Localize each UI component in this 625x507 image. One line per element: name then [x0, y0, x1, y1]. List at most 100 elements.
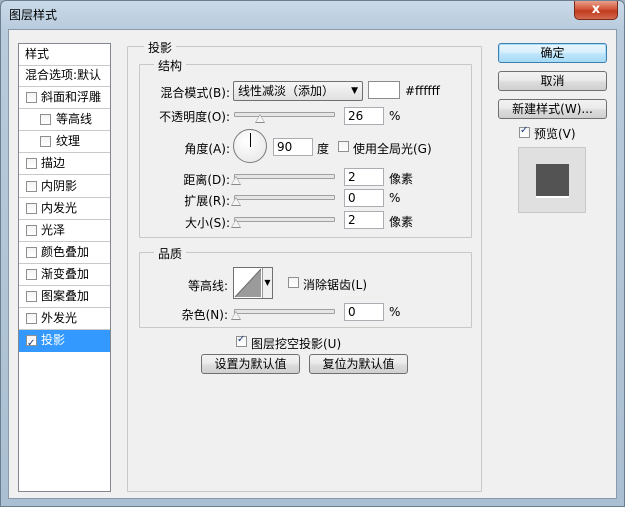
contour-label: 等高线: [187, 279, 228, 293]
ok-button[interactable]: 确定 [498, 43, 607, 63]
style-list-item-label: 渐变叠加 [41, 267, 90, 281]
noise-slider-track[interactable] [234, 309, 335, 314]
style-list-item[interactable]: 混合选项:默认 [19, 65, 110, 87]
opacity-unit: % [389, 109, 401, 123]
distance-slider-track[interactable] [234, 174, 335, 179]
preview-swatch [536, 164, 569, 196]
size-unit: 像素 [389, 215, 414, 229]
noise-slider-thumb[interactable] [231, 311, 241, 320]
spread-unit: % [389, 191, 401, 205]
style-preview-thumbnail [518, 147, 586, 213]
noise-unit: % [389, 305, 401, 319]
style-list-item-label: 图案叠加 [41, 289, 90, 303]
style-list-item-label: 描边 [41, 156, 66, 170]
style-list-item[interactable]: 渐变叠加 [19, 264, 110, 286]
style-list-header-label: 样式 [25, 47, 50, 61]
style-checkbox[interactable] [26, 225, 37, 236]
preview-label[interactable]: 预览(V) [534, 125, 576, 142]
make-default-button[interactable]: 设置为默认值 [201, 354, 300, 374]
style-list-item[interactable]: 图案叠加 [19, 286, 110, 308]
style-checkbox[interactable] [26, 203, 37, 214]
size-slider-thumb[interactable] [231, 219, 241, 228]
global-light-checkbox[interactable] [338, 141, 349, 152]
style-checkbox[interactable] [26, 247, 37, 258]
shadow-color-swatch[interactable] [368, 81, 400, 99]
angle-label: 角度(A): [184, 142, 230, 156]
anti-alias-checkbox[interactable] [288, 277, 299, 288]
style-list-item-label: 斜面和浮雕 [41, 90, 102, 104]
style-list-item-label: 内发光 [41, 201, 78, 215]
new-style-button[interactable]: 新建样式(W)... [498, 99, 607, 119]
style-checkbox[interactable] [26, 269, 37, 280]
cancel-button[interactable]: 取消 [498, 71, 607, 91]
noise-label: 杂色(N): [181, 308, 228, 322]
distance-slider-thumb[interactable] [231, 176, 241, 185]
style-list-item[interactable]: 内发光 [19, 198, 110, 220]
distance-input[interactable]: 2 [344, 168, 384, 186]
spread-slider-thumb[interactable] [231, 197, 241, 206]
knockout-label[interactable]: 图层挖空投影(U) [251, 335, 341, 352]
angle-dial[interactable] [233, 129, 267, 163]
blend-mode-value: 线性减淡（添加） [238, 84, 335, 98]
structure-title: 结构 [154, 57, 187, 74]
contour-picker[interactable]: ▼ [233, 267, 273, 299]
angle-unit: 度 [317, 142, 330, 156]
style-list-item[interactable]: 外发光 [19, 308, 110, 330]
style-list-item-label: 内阴影 [41, 179, 78, 193]
size-slider-track[interactable] [234, 217, 335, 222]
quality-title: 品质 [154, 245, 187, 262]
style-list-item[interactable]: 纹理 [19, 131, 110, 153]
style-list-item-label: 混合选项:默认 [25, 68, 102, 82]
blend-mode-label: 混合模式(B): [160, 86, 230, 100]
style-list-header[interactable]: 样式 [19, 44, 110, 66]
preview-checkbox[interactable] [519, 125, 530, 138]
style-list-item-label: 等高线 [56, 112, 93, 126]
reset-default-button[interactable]: 复位为默认值 [309, 354, 408, 374]
style-checkbox[interactable] [40, 114, 51, 125]
opacity-input[interactable]: 26 [344, 107, 384, 125]
style-list-item[interactable]: 颜色叠加 [19, 242, 110, 264]
style-checkbox[interactable] [26, 92, 37, 103]
chevron-down-icon: ▼ [351, 86, 358, 96]
style-list-item[interactable]: 斜面和浮雕 [19, 87, 110, 109]
style-list-item-label: 外发光 [41, 311, 78, 325]
opacity-label: 不透明度(O): [159, 110, 230, 124]
distance-unit: 像素 [389, 172, 414, 186]
blend-mode-select[interactable]: 线性减淡（添加） ▼ [233, 81, 363, 101]
window-title: 图层样式 [9, 8, 58, 22]
global-light-label[interactable]: 使用全局光(G) [353, 140, 432, 157]
style-list-item[interactable]: 等高线 [19, 109, 110, 131]
anti-alias-label[interactable]: 消除锯齿(L) [303, 276, 367, 293]
distance-label: 距离(D): [183, 173, 230, 187]
noise-input[interactable]: 0 [344, 303, 384, 321]
spread-label: 扩展(R): [184, 194, 230, 208]
size-input[interactable]: 2 [344, 211, 384, 229]
style-list-item-label: 纹理 [56, 134, 81, 148]
contour-dropdown-arrow[interactable]: ▼ [262, 268, 272, 298]
spread-slider-track[interactable] [234, 195, 335, 200]
style-list-item[interactable]: 描边 [19, 153, 110, 175]
style-checkbox[interactable] [26, 333, 37, 354]
spread-input[interactable]: 0 [344, 189, 384, 207]
style-list-item-label: 颜色叠加 [41, 245, 90, 259]
shadow-color-hex: #ffffff [405, 84, 440, 98]
opacity-slider-thumb[interactable] [255, 114, 265, 123]
drop-shadow-title: 投影 [144, 39, 177, 56]
style-checkbox[interactable] [40, 136, 51, 147]
style-list-item-label: 光泽 [41, 223, 66, 237]
title-bar[interactable]: 图层样式 x [1, 1, 624, 29]
style-list-item[interactable]: 投影 [19, 330, 110, 354]
style-list-item-label: 投影 [41, 333, 66, 347]
angle-input[interactable]: 90 [273, 138, 313, 156]
opacity-slider-track[interactable] [234, 112, 335, 117]
style-list-item[interactable]: 内阴影 [19, 176, 110, 198]
style-list: 样式 混合选项:默认斜面和浮雕等高线纹理描边内阴影内发光光泽颜色叠加渐变叠加图案… [18, 43, 111, 492]
style-checkbox[interactable] [26, 181, 37, 192]
knockout-checkbox[interactable] [236, 334, 247, 347]
contour-curve-icon [234, 268, 262, 298]
close-button[interactable]: x [574, 1, 618, 20]
style-checkbox[interactable] [26, 291, 37, 302]
style-checkbox[interactable] [26, 158, 37, 169]
style-list-item[interactable]: 光泽 [19, 220, 110, 242]
style-checkbox[interactable] [26, 313, 37, 324]
